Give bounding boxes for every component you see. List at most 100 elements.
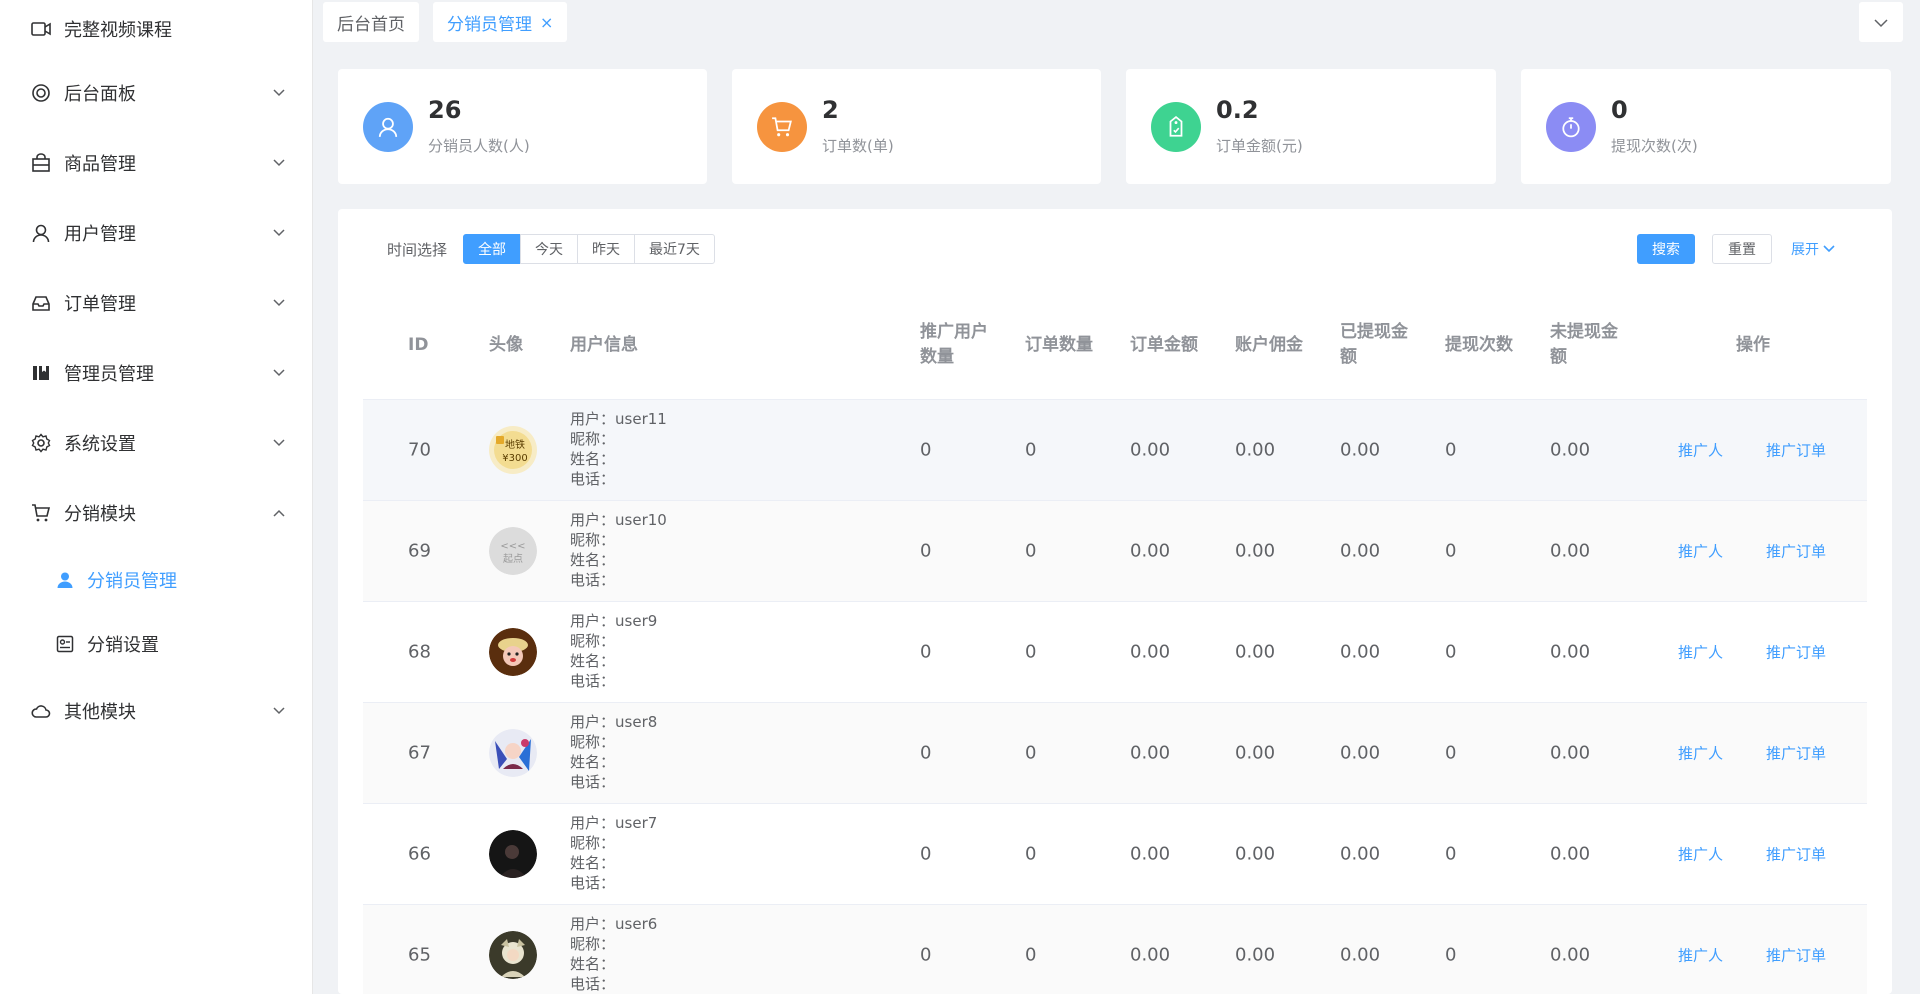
shopping-bag-icon [30,152,52,174]
coupon-avatar: 地铁 ¥300 [489,426,537,474]
menu-item-orders[interactable]: 订单管理 [0,268,312,338]
time-option-today[interactable]: 今天 [520,234,578,264]
menu-label: 后台面板 [64,84,136,105]
cell-withdrawn: 0.00 [1340,944,1381,966]
submenu-item-distribution-settings[interactable]: 分销设置 [0,612,312,676]
promoter-link[interactable]: 推广人 [1678,945,1723,966]
chevron-down-icon [272,86,286,100]
info-phone-label: 电话： [570,571,616,589]
inbox-icon [30,292,52,314]
promo-orders-link[interactable]: 推广订单 [1766,541,1826,562]
info-username: user10 [615,511,667,529]
col-operations: 操作 [1736,335,1770,355]
cell-withdrawn: 0.00 [1340,540,1381,562]
cell-withdrawn: 0.00 [1340,641,1381,663]
cell-order-count: 0 [1025,944,1037,966]
cell-order-count: 0 [1025,439,1037,461]
chevron-down-icon [1819,241,1835,257]
col-order-count: 订单数量 [1025,335,1093,355]
info-username: user8 [615,713,658,731]
info-nickname-label: 昵称： [570,834,616,852]
cell-order-count: 0 [1025,742,1037,764]
promoter-link[interactable]: 推广人 [1678,743,1723,764]
info-label: 用户： [570,511,616,529]
cartoon-avatar [489,628,537,676]
submenu-item-distributor-management[interactable]: 分销员管理 [0,548,312,612]
cell-withdrawn: 0.00 [1340,742,1381,764]
menu-label: 其他模块 [64,702,136,723]
menu-item-distribution[interactable]: 分销模块 [0,478,312,548]
info-user-line: 用户：user10 [570,510,667,530]
tab-label: 后台首页 [337,14,405,35]
promo-orders-link[interactable]: 推广订单 [1766,945,1826,966]
info-name-label: 姓名： [570,652,616,670]
dark-avatar [489,830,537,878]
sidebar: 完整视频课程 后台面板 商品管理 用户管理 订单管理 管理员管理 系统设置 分销… [0,0,313,994]
cell-withdrawn: 0.00 [1340,843,1381,865]
promoter-link[interactable]: 推广人 [1678,440,1723,461]
stat-label: 订单金额(元) [1216,137,1303,155]
menu-item-users[interactable]: 用户管理 [0,198,312,268]
avatar-text: <<< [500,541,525,552]
video-icon [30,18,52,40]
cell-commission: 0.00 [1235,742,1276,764]
tabs-dropdown-button[interactable] [1859,2,1903,42]
cell-user-info: 用户：user9 昵称： 姓名： 电话： [570,611,657,691]
distributor-table: ID 头像 用户信息 推广用户数量 订单数量 订单金额 账户佣金 已提现金额 提… [363,292,1867,994]
expand-button[interactable]: 展开 [1791,234,1835,264]
info-name-label: 姓名： [570,854,616,872]
menu-item-admins[interactable]: 管理员管理 [0,338,312,408]
cell-order-count: 0 [1025,843,1037,865]
logo-avatar: <<< 起点 [489,527,537,575]
info-username: user9 [615,612,658,630]
cell-commission: 0.00 [1235,641,1276,663]
promo-orders-link[interactable]: 推广订单 [1766,440,1826,461]
menu-item-system-settings[interactable]: 系统设置 [0,408,312,478]
tab-distributor-management[interactable]: 分销员管理 × [433,2,568,42]
time-option-all[interactable]: 全部 [463,234,521,264]
cell-order-amount: 0.00 [1130,540,1171,562]
cell-user-info: 用户：user10 昵称： 姓名： 电话： [570,510,667,590]
table-row: 66 用户：user7 昵称： 姓名： 电话： 0 0 0.00 0.00 0.… [363,804,1867,905]
info-username: user6 [615,915,658,933]
menu-item-goods[interactable]: 商品管理 [0,128,312,198]
stat-value: 2 [822,96,839,124]
cell-commission: 0.00 [1235,439,1276,461]
chevron-down-icon [272,226,286,240]
info-phone-label: 电话： [570,672,616,690]
menu-item-dashboard[interactable]: 后台面板 [0,58,312,128]
cell-withdraw-times: 0 [1445,843,1457,865]
promo-orders-link[interactable]: 推广订单 [1766,844,1826,865]
promoter-link[interactable]: 推广人 [1678,642,1723,663]
promoter-link[interactable]: 推广人 [1678,844,1723,865]
cell-promo-users: 0 [920,843,932,865]
menu-item-other-modules[interactable]: 其他模块 [0,676,312,746]
reset-button[interactable]: 重置 [1712,234,1772,264]
gear-icon [30,432,52,454]
cell-not-withdrawn: 0.00 [1550,944,1591,966]
expand-label: 展开 [1791,242,1819,258]
col-withdraw-times: 提现次数 [1445,335,1513,355]
time-option-last7days[interactable]: 最近7天 [634,234,715,264]
info-phone-label: 电话： [570,470,616,488]
time-option-yesterday[interactable]: 昨天 [577,234,635,264]
tab-home[interactable]: 后台首页 [323,2,419,42]
promo-orders-link[interactable]: 推广订单 [1766,743,1826,764]
price-tag-icon [1151,102,1201,152]
promoter-link[interactable]: 推广人 [1678,541,1723,562]
promo-orders-link[interactable]: 推广订单 [1766,642,1826,663]
cell-order-amount: 0.00 [1130,843,1171,865]
menu-item-video-course[interactable]: 完整视频课程 [0,0,312,58]
cell-commission: 0.00 [1235,540,1276,562]
stat-value: 0 [1611,96,1628,124]
info-user-line: 用户：user8 [570,712,657,732]
chevron-up-icon [272,506,286,520]
close-icon[interactable]: × [540,13,553,32]
user-icon [30,222,52,244]
info-user-line: 用户：user7 [570,813,657,833]
search-button[interactable]: 搜索 [1637,234,1695,264]
col-not-withdrawn: 未提现金额 [1550,322,1618,367]
info-phone-label: 电话： [570,773,616,791]
stopwatch-icon [1546,102,1596,152]
info-user-line: 用户：user11 [570,409,667,429]
